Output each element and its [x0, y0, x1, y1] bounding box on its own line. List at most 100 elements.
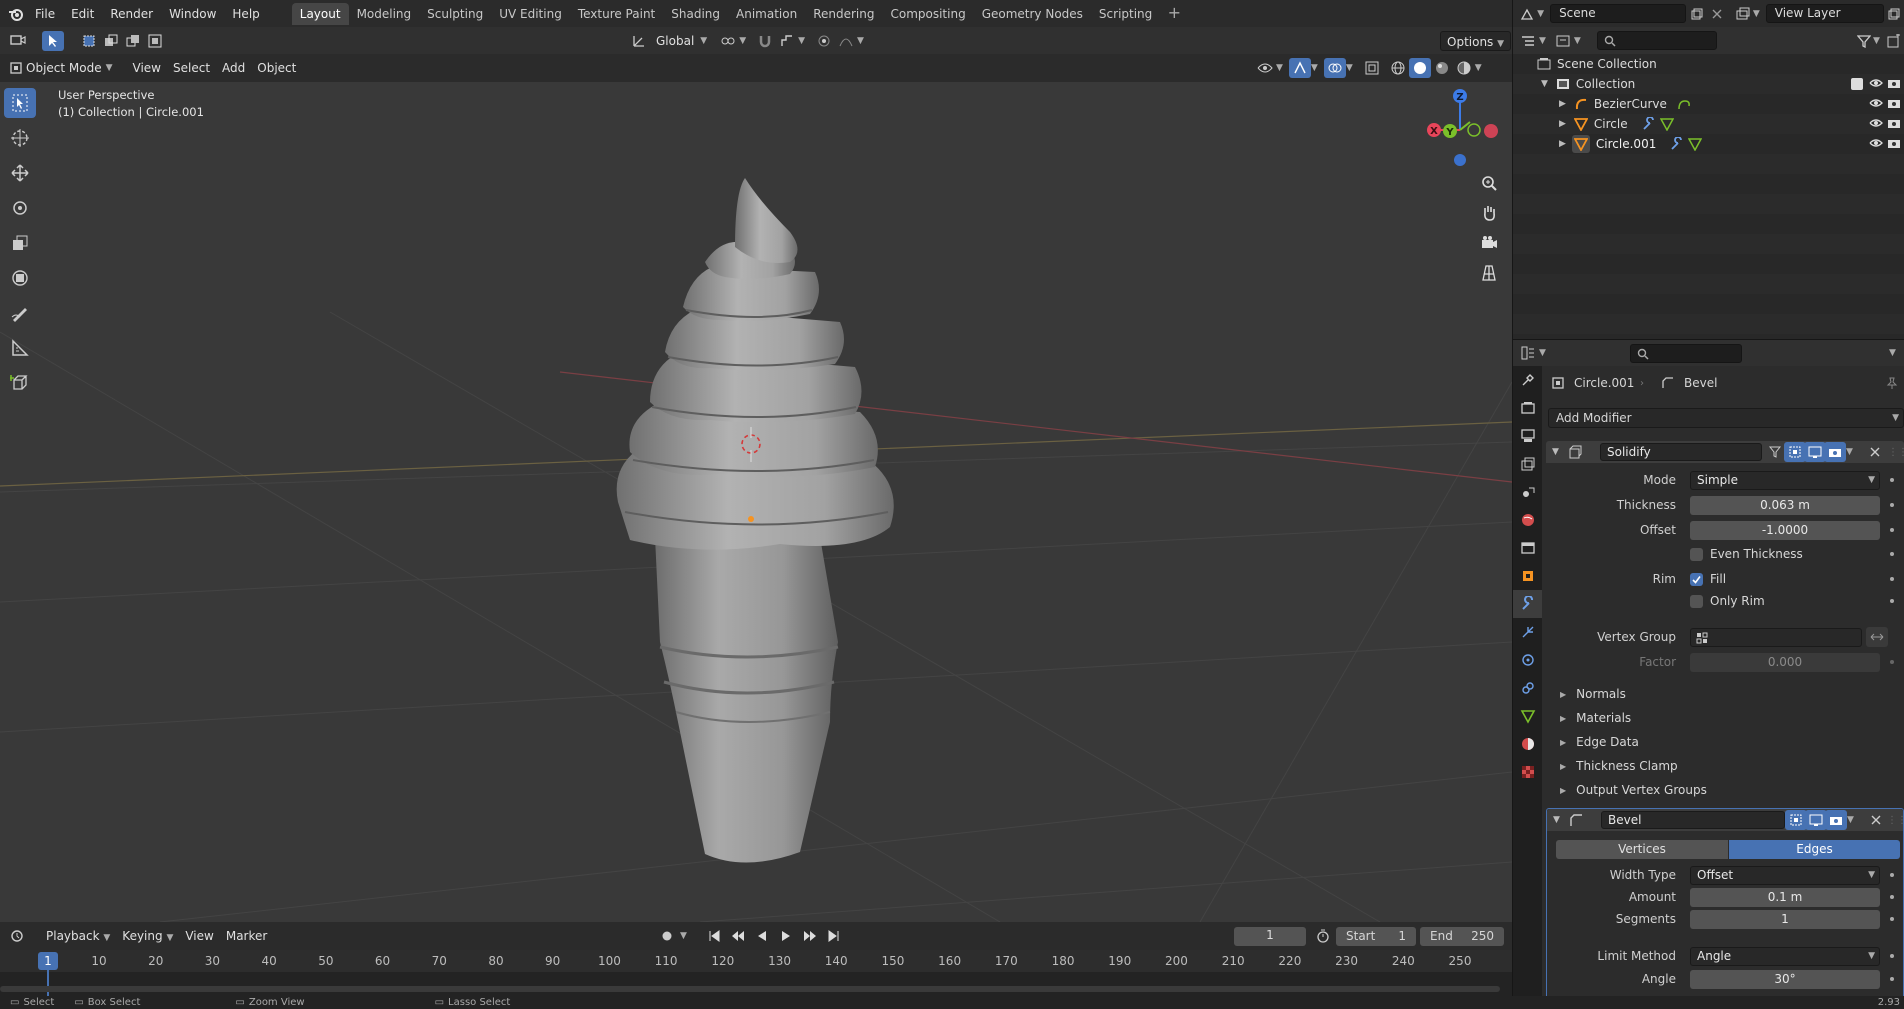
render-toggle-icon[interactable]	[1824, 442, 1846, 462]
view-layer-icon[interactable]	[1733, 4, 1753, 24]
tab-rendering[interactable]: Rendering	[805, 3, 882, 25]
prev-keyframe-icon[interactable]	[727, 926, 749, 946]
close-icon[interactable]	[1865, 810, 1887, 830]
add-cube-tool[interactable]	[4, 368, 36, 398]
particles-tab-icon[interactable]	[1513, 618, 1543, 646]
solidify-name-field[interactable]: Solidify	[1600, 443, 1762, 461]
play-reverse-icon[interactable]	[751, 926, 773, 946]
timeline-scrollbar[interactable]	[0, 986, 1500, 992]
scene-close-icon[interactable]	[1707, 4, 1727, 24]
camera-view-icon[interactable]	[1476, 230, 1502, 256]
tab-shading[interactable]: Shading	[663, 3, 728, 25]
chevron-down-icon[interactable]: ▼	[1846, 447, 1853, 457]
expand-arrow-icon[interactable]: ▶	[1559, 119, 1566, 129]
rotate-tool[interactable]	[4, 193, 36, 223]
scene-icon[interactable]	[1517, 4, 1537, 24]
shading-wireframe-icon[interactable]	[1387, 58, 1409, 78]
tab-animation[interactable]: Animation	[728, 3, 805, 25]
overlay-toggle-icon[interactable]	[1323, 58, 1346, 78]
solidify-modifier-header[interactable]: ▼ Solidify ▼ ⋮⋮	[1546, 441, 1904, 463]
edit-mode-toggle-icon[interactable]	[1784, 442, 1806, 462]
output-tab-icon[interactable]	[1513, 422, 1543, 450]
render-toggle-icon[interactable]	[1825, 810, 1847, 830]
bevel-name-field[interactable]: Bevel	[1601, 811, 1785, 829]
playback-menu[interactable]: Playback ▼	[40, 926, 116, 946]
modifier-tab-icon[interactable]	[1513, 590, 1543, 618]
eye-icon[interactable]	[1869, 116, 1883, 133]
timeline-body[interactable]: 10 20 30 40 50 60 70 80 90 100 110 120 130 140 150 160 1…	[0, 950, 1512, 996]
current-frame-field[interactable]: 1	[1234, 926, 1306, 946]
render-tab-icon[interactable]	[1513, 394, 1543, 422]
pan-hand-icon[interactable]	[1476, 200, 1502, 226]
tab-scripting[interactable]: Scripting	[1091, 3, 1160, 25]
collapse-arrow-icon[interactable]: ▼	[1552, 447, 1559, 457]
playhead-frame-indicator[interactable]: 1	[38, 952, 58, 970]
outliner-row-circle-001[interactable]: ▶ Circle.001	[1513, 134, 1904, 154]
cursor-tool[interactable]	[4, 123, 36, 153]
shading-material-icon[interactable]	[1431, 58, 1453, 78]
record-icon[interactable]	[656, 926, 678, 946]
outliner-row-beziercurve[interactable]: ▶ BezierCurve	[1513, 94, 1904, 114]
subpanel-materials[interactable]: ▶ Materials	[1560, 708, 1631, 728]
menu-edit[interactable]: Edit	[63, 3, 102, 25]
tab-geometry-nodes[interactable]: Geometry Nodes	[974, 3, 1091, 25]
subpanel-normals[interactable]: ▶ Normals	[1560, 684, 1626, 704]
select-mode-invert-icon[interactable]	[144, 31, 166, 51]
menu-window[interactable]: Window	[161, 3, 224, 25]
keyframe-dot-icon[interactable]	[1890, 977, 1894, 981]
expand-arrow-icon[interactable]: ▶	[1559, 139, 1566, 149]
viewport-toggle-icon[interactable]	[1804, 442, 1826, 462]
angle-field[interactable]: 30°	[1690, 969, 1880, 989]
view-layer-name-field[interactable]: View Layer	[1765, 4, 1884, 23]
keyframe-dot-icon[interactable]	[1890, 478, 1894, 482]
tab-modeling[interactable]: Modeling	[349, 3, 420, 25]
shading-solid-icon[interactable]	[1408, 58, 1431, 78]
viewport-toggle-icon[interactable]	[1805, 810, 1827, 830]
menu-object[interactable]: Object	[251, 58, 302, 78]
amount-field[interactable]: 0.1 m	[1690, 887, 1880, 907]
collection-exclude-checkbox[interactable]	[1851, 78, 1863, 90]
bevel-modifier-header[interactable]: ▼ Bevel ▼ ⋮⋮	[1547, 809, 1904, 831]
camera-render-icon[interactable]	[1887, 136, 1901, 153]
options-dropdown[interactable]: Options ▼	[1440, 30, 1512, 51]
next-keyframe-icon[interactable]	[799, 926, 821, 946]
select-cursor-icon[interactable]	[42, 30, 64, 51]
vertex-group-field[interactable]	[1690, 627, 1862, 647]
filter-icon[interactable]	[1853, 31, 1875, 51]
timeline-editor-type-icon[interactable]	[4, 926, 32, 946]
invert-vertex-group-icon[interactable]	[1866, 627, 1888, 647]
new-collection-icon[interactable]	[1883, 31, 1904, 51]
pivot-point-icon[interactable]	[717, 31, 739, 51]
tab-compositing[interactable]: Compositing	[882, 3, 973, 25]
limit-method-dropdown[interactable]: Angle ▼	[1690, 946, 1880, 966]
collection-tab-icon[interactable]	[1513, 534, 1543, 562]
keyframe-dot-icon[interactable]	[1890, 599, 1894, 603]
blender-logo-icon[interactable]	[5, 3, 27, 25]
view-layer-tab-icon[interactable]	[1513, 450, 1543, 478]
select-mode-subtract-icon[interactable]	[122, 31, 144, 51]
chevron-down-icon[interactable]: ▼	[1889, 348, 1896, 358]
view-layer-copy-icon[interactable]	[1884, 4, 1904, 24]
properties-search-input[interactable]	[1629, 343, 1742, 363]
eye-icon[interactable]	[1869, 136, 1883, 153]
camera-render-icon[interactable]	[1887, 76, 1901, 93]
subpanel-thickness-clamp[interactable]: ▶ Thickness Clamp	[1560, 756, 1678, 776]
subpanel-output-vertex-groups[interactable]: ▶ Output Vertex Groups	[1560, 780, 1707, 800]
select-mode-extend-icon[interactable]	[100, 31, 122, 51]
scene-copy-icon[interactable]	[1686, 4, 1706, 24]
transform-orientation-dropdown[interactable]: Global	[650, 31, 700, 51]
measure-tool[interactable]	[4, 333, 36, 363]
data-tab-icon[interactable]	[1513, 702, 1543, 730]
factor-field[interactable]: 0.000	[1690, 652, 1880, 672]
timeline-view-menu[interactable]: View	[179, 926, 219, 946]
collapse-arrow-icon[interactable]: ▼	[1553, 815, 1560, 825]
keyframe-dot-icon[interactable]	[1890, 577, 1894, 581]
keyframe-dot-icon[interactable]	[1890, 917, 1894, 921]
mode-dropdown[interactable]: Simple ▼	[1690, 470, 1880, 490]
snap-increment-icon[interactable]	[776, 31, 798, 51]
stopwatch-icon[interactable]	[1312, 926, 1334, 946]
eye-icon[interactable]	[1869, 96, 1883, 113]
edit-mode-cage-icon[interactable]	[1764, 442, 1786, 462]
move-tool[interactable]	[4, 158, 36, 188]
editor-type-icon[interactable]	[4, 31, 32, 51]
